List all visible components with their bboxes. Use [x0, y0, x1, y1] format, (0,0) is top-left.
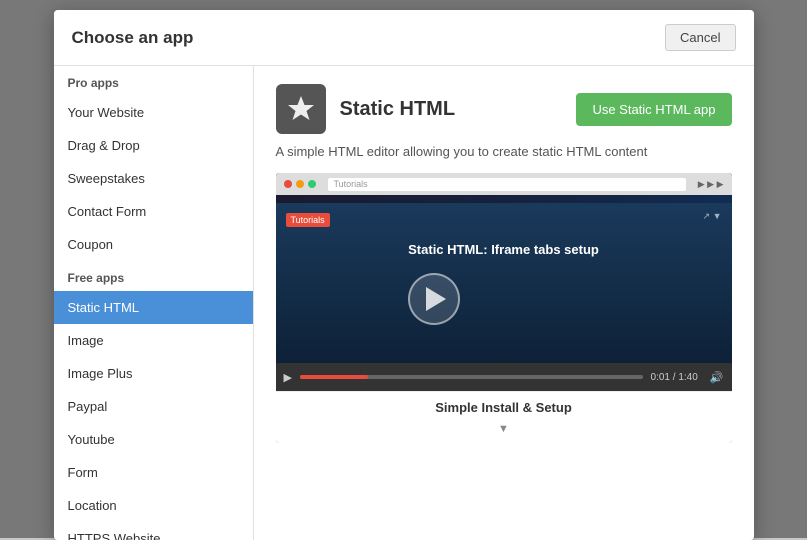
video-sub-caption: ▼: [276, 423, 732, 443]
app-icon: [276, 84, 326, 134]
video-thumbnail: Tutorials ▶ ▶ ▶ Tutorials ↗ ▼ Static HTM…: [276, 173, 732, 363]
sidebar-item-location[interactable]: Location: [54, 489, 253, 522]
cancel-button[interactable]: Cancel: [665, 24, 735, 51]
video-time: 0:01 / 1:40: [651, 372, 698, 383]
sidebar-item-image-plus[interactable]: Image Plus: [54, 357, 253, 390]
video-share: ↗ ▼: [703, 211, 722, 222]
modal-body: Pro apps Your Website Drag & Drop Sweeps…: [54, 66, 754, 540]
pro-apps-label: Pro apps: [54, 66, 253, 96]
modal-overlay: Choose an app Cancel Pro apps Your Websi…: [0, 0, 807, 538]
modal-title: Choose an app: [72, 28, 194, 48]
progress-bar[interactable]: [300, 375, 643, 379]
use-app-button[interactable]: Use Static HTML app: [576, 93, 731, 126]
sidebar-item-image[interactable]: Image: [54, 324, 253, 357]
sidebar-item-static-html[interactable]: Static HTML: [54, 291, 253, 324]
sidebar-item-sweepstakes[interactable]: Sweepstakes: [54, 162, 253, 195]
play-pause-icon[interactable]: ▶: [284, 371, 292, 384]
sidebar-item-your-website[interactable]: Your Website: [54, 96, 253, 129]
play-icon: [426, 287, 446, 311]
sidebar-item-contact-form[interactable]: Contact Form: [54, 195, 253, 228]
video-title-text: Static HTML: Iframe tabs setup: [408, 242, 599, 257]
sidebar-item-drag-drop[interactable]: Drag & Drop: [54, 129, 253, 162]
sidebar-item-coupon[interactable]: Coupon: [54, 228, 253, 261]
video-container[interactable]: Tutorials ▶ ▶ ▶ Tutorials ↗ ▼ Static HTM…: [276, 173, 732, 443]
video-caption: Simple Install & Setup: [276, 391, 732, 423]
sidebar: Pro apps Your Website Drag & Drop Sweeps…: [54, 66, 254, 540]
sidebar-item-youtube[interactable]: Youtube: [54, 423, 253, 456]
play-button[interactable]: [408, 273, 460, 325]
sidebar-item-paypal[interactable]: Paypal: [54, 390, 253, 423]
sidebar-item-form[interactable]: Form: [54, 456, 253, 489]
modal-header: Choose an app Cancel: [54, 10, 754, 66]
app-description: A simple HTML editor allowing you to cre…: [276, 144, 732, 159]
progress-fill: [300, 375, 369, 379]
free-apps-label: Free apps: [54, 261, 253, 291]
volume-icon[interactable]: 🔊: [710, 371, 724, 384]
modal-dialog: Choose an app Cancel Pro apps Your Websi…: [54, 10, 754, 540]
content-area: Static HTML Use Static HTML app A simple…: [254, 66, 754, 540]
app-title: Static HTML: [340, 98, 577, 121]
video-tag: Tutorials: [286, 213, 330, 227]
video-controls: ▶ 0:01 / 1:40 🔊: [276, 363, 732, 391]
sidebar-item-https-website[interactable]: HTTPS Website: [54, 522, 253, 540]
app-header: Static HTML Use Static HTML app: [276, 84, 732, 134]
